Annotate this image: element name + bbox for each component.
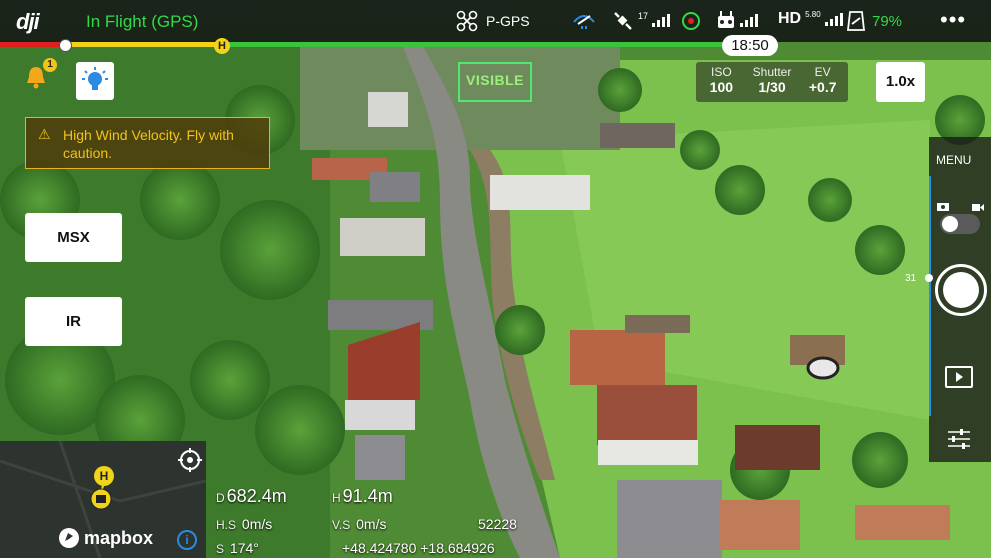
slider-handle[interactable] — [925, 274, 933, 282]
camera-settings-panel[interactable]: ISO 100 Shutter 1/30 EV +0.7 — [696, 62, 848, 102]
height-value: 91.4m — [342, 486, 393, 506]
battery-timeline — [0, 42, 991, 47]
vspeed-value: 0m/s — [356, 516, 387, 532]
ir-button[interactable]: IR — [25, 297, 122, 346]
ev-setting[interactable]: EV +0.7 — [797, 62, 848, 102]
flight-mode-label: P-GPS — [486, 13, 530, 29]
obstacle-sensing[interactable] — [572, 10, 596, 30]
telemetry-id: 52228 — [478, 516, 517, 532]
remaining-segment — [222, 42, 722, 47]
gps-coordinates: +48.424780 +18.684926 — [342, 540, 495, 556]
lightbulb-icon — [82, 67, 108, 90]
critical-segment — [0, 42, 62, 47]
panel-accent-line — [929, 176, 931, 416]
vision-status[interactable] — [680, 10, 702, 32]
visible-view-label: VISIBLE — [466, 72, 524, 88]
gps-signal-bars-icon — [652, 13, 671, 27]
zoom-slider-value: 31 — [905, 273, 917, 284]
notification-count-badge: 1 — [43, 58, 57, 72]
remote-controller-icon — [718, 11, 734, 28]
shutter-label: Shutter — [752, 65, 792, 79]
map-home-point: H — [94, 466, 114, 486]
gps-status[interactable]: 17 — [612, 10, 671, 30]
video-signal[interactable]: HD 5.80 — [778, 10, 843, 28]
heading-readout: S 174° — [216, 540, 259, 556]
mapbox-wordmark: mapbox — [84, 527, 154, 548]
rc-signal-bars-icon — [740, 13, 758, 27]
iso-setting[interactable]: ISO 100 — [696, 62, 747, 102]
hd-frequency: 5.80 — [805, 9, 821, 19]
ev-label: EV — [814, 65, 831, 79]
camera-menu-button[interactable]: MENU — [936, 153, 971, 167]
heading-label: S — [216, 542, 225, 556]
warning-icon: ⚠ — [38, 126, 51, 142]
height-label: H — [332, 491, 341, 505]
drone-icon — [456, 10, 478, 32]
msx-button[interactable]: MSX — [25, 213, 122, 262]
camera-settings-button[interactable] — [946, 428, 972, 455]
rth-segment — [62, 42, 222, 47]
remaining-flight-time: 18:50 — [722, 35, 778, 56]
height-readout: H 91.4m — [332, 486, 393, 507]
crosshair-icon — [178, 448, 202, 472]
vspeed-label: V.S — [332, 518, 351, 532]
battery-status[interactable]: 79% — [846, 10, 902, 32]
playback-button[interactable] — [945, 366, 973, 388]
play-icon — [956, 372, 963, 382]
shutter-inner — [943, 272, 979, 308]
auxiliary-light-button[interactable] — [76, 62, 114, 100]
wind-warning-alert[interactable]: ⚠ High Wind Velocity. Fly with caution. — [25, 117, 270, 169]
home-marker: H — [214, 38, 230, 54]
hspeed-label: H.S — [216, 518, 237, 532]
satellite-icon — [614, 12, 632, 30]
flight-mode[interactable]: P-GPS — [456, 10, 530, 32]
satellite-count: 17 — [638, 11, 649, 21]
mapbox-logo: mapbox — [58, 527, 153, 549]
flight-status[interactable]: In Flight (GPS) — [86, 12, 198, 32]
hd-label: HD — [778, 10, 802, 27]
map-info-button[interactable]: i — [177, 530, 197, 550]
zoom-button[interactable]: 1.0x — [876, 62, 925, 102]
wind-warning-text: High Wind Velocity. Fly with caution. — [63, 127, 234, 161]
toggle-knob — [942, 216, 958, 232]
rc-signal[interactable] — [716, 10, 758, 30]
shutter-value: 1/30 — [758, 79, 786, 95]
shutter-setting[interactable]: Shutter 1/30 — [747, 62, 798, 102]
more-menu-button[interactable]: ••• — [940, 7, 966, 33]
battery-icon — [846, 11, 866, 31]
distance-value: 682.4m — [226, 486, 287, 506]
hspeed-value: 0m/s — [241, 516, 273, 532]
video-signal-bars-icon — [824, 12, 843, 26]
map-recenter-button[interactable] — [177, 447, 203, 478]
battery-warning-marker — [59, 39, 72, 52]
heading-value: 174° — [229, 540, 259, 556]
iso-value: 100 — [709, 79, 734, 95]
dji-logo[interactable]: dji — [16, 9, 40, 35]
sliders-icon — [948, 429, 970, 449]
mapbox-icon — [59, 528, 79, 548]
distance-label: D — [216, 491, 225, 505]
battery-percent: 79% — [872, 12, 903, 30]
iso-label: ISO — [711, 65, 732, 79]
map-aircraft-icon — [90, 488, 112, 515]
distance-readout: D 682.4m — [216, 486, 287, 507]
vision-icon — [682, 12, 700, 30]
shutter-button[interactable] — [935, 264, 987, 316]
radar-icon — [573, 15, 595, 29]
ev-value: +0.7 — [808, 79, 837, 95]
vertical-speed-readout: V.S 0m/s — [332, 516, 386, 532]
horizontal-speed-readout: H.S 0m/s — [216, 516, 272, 532]
photo-video-toggle[interactable] — [940, 214, 980, 234]
